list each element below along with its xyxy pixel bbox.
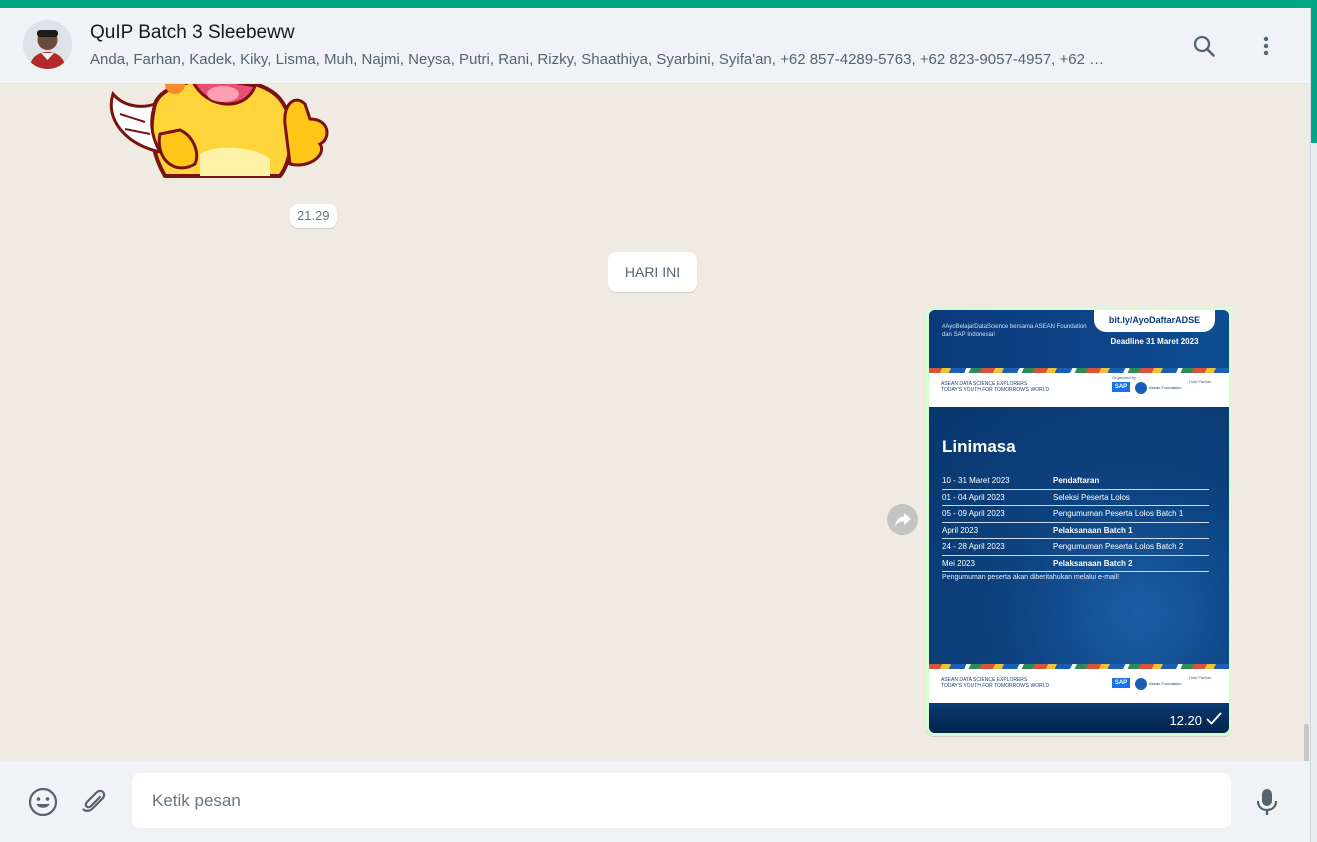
poster-link: bit.ly/AyoDaftarADSE — [1094, 310, 1215, 332]
host-partner-label-bottom: Host Partner — [1189, 675, 1212, 680]
timeline-row: 24 - 28 April 2023 Pengumuman Peserta Lol… — [942, 539, 1209, 556]
logo-tagline: TODAY'S YOUTH FOR TOMORROW'S WORLD — [941, 387, 1050, 393]
search-icon[interactable] — [1188, 30, 1220, 62]
poster-note: Pengumuman peserta akan diberitahukan me… — [942, 574, 1120, 581]
mic-icon[interactable] — [1251, 786, 1283, 818]
chat-header[interactable]: QuIP Batch 3 Sleebeww Anda, Farhan, Kade… — [0, 8, 1310, 84]
single-check-icon — [1206, 712, 1222, 731]
timeline-row: 01 - 04 April 2023 Seleksi Peserta Lolos — [942, 490, 1209, 506]
message-composer — [0, 761, 1310, 842]
timeline-date: 10 - 31 Maret 2023 — [942, 476, 1010, 485]
timeline-date: 05 - 09 April 2023 — [942, 509, 1005, 518]
window-edge — [1311, 8, 1317, 842]
sap-logo: SAP — [1112, 382, 1130, 392]
sticker-message[interactable] — [105, 84, 335, 194]
chat-title[interactable]: QuIP Batch 3 Sleebeww — [90, 22, 295, 44]
sticker-timestamp: 21.29 — [290, 204, 337, 228]
timeline-date: 01 - 04 April 2023 — [942, 492, 1005, 502]
poster-body: Linimasa 10 - 31 Maret 2023 Pendaftaran 01… — [929, 407, 1229, 664]
timeline-date: Mei 2023 — [942, 558, 975, 568]
group-avatar[interactable] — [23, 20, 72, 69]
timeline-event: Pelaksanaan Batch 1 — [1053, 525, 1133, 535]
timeline-row: Mei 2023 Pelaksanaan Batch 2 — [942, 556, 1209, 572]
poster-logo-bar: ASEAN DATA SCIENCE EXPLORERS TODAY'S YOU… — [929, 373, 1229, 407]
timeline-event: Pengumuman Peserta Lolos Batch 1 — [1053, 509, 1184, 518]
asean-foundation-label: Asean Foundation — [1149, 385, 1182, 390]
attach-icon[interactable] — [78, 786, 110, 818]
asean-foundation-label-bottom: Asean Foundation — [1149, 681, 1182, 686]
poster-top-banner: #AyoBelajarDataScience bersama ASEAN Fou… — [929, 310, 1229, 368]
timeline-date: April 2023 — [942, 525, 979, 535]
poster-image[interactable]: #AyoBelajarDataScience bersama ASEAN Fou… — [929, 310, 1229, 733]
chat-scrollbar[interactable] — [1304, 724, 1309, 761]
sap-logo-bottom: SAP — [1112, 678, 1130, 688]
timeline-event: Pelaksanaan Batch 2 — [1053, 558, 1133, 568]
poster-logo-bar-bottom: ASEAN DATA SCIENCE EXPLORERS TODAY'S YOU… — [929, 669, 1229, 703]
timeline-event: Seleksi Peserta Lolos — [1053, 492, 1130, 502]
poster-footer-shade: 12.20 — [929, 706, 1229, 733]
poster-logo-text: ASEAN DATA SCIENCE EXPLORERS TODAY'S YOU… — [941, 381, 1049, 393]
poster-deadline: Deadline 31 Maret 2023 — [1110, 337, 1199, 346]
top-accent-bar — [0, 0, 1317, 8]
asean-foundation-logo-bottom — [1135, 678, 1147, 690]
logo-tagline-bottom: TODAY'S YOUTH FOR TOMORROW'S WORLD — [941, 683, 1050, 689]
date-divider: HARI INI — [608, 252, 697, 292]
message-input[interactable] — [132, 773, 1231, 828]
organized-by-label: Organized by — [1112, 375, 1136, 380]
timeline-event: Pengumuman Peserta Lolos Batch 2 — [1053, 542, 1184, 551]
chat-window: QuIP Batch 3 Sleebeww Anda, Farhan, Kade… — [0, 8, 1311, 842]
poster-heading: Linimasa — [942, 437, 1016, 456]
asean-foundation-logo — [1135, 382, 1147, 394]
window-edge-accent — [1311, 8, 1317, 143]
message-timestamp: 12.20 — [1169, 713, 1202, 728]
emoji-icon[interactable] — [27, 786, 59, 818]
poster-logo-text-bottom: ASEAN DATA SCIENCE EXPLORERS TODAY'S YOU… — [941, 677, 1049, 689]
message-list[interactable]: 21.29 HARI INI #AyoBelajarDataScience be… — [0, 84, 1310, 761]
menu-icon[interactable] — [1250, 30, 1282, 62]
image-message[interactable]: #AyoBelajarDataScience bersama ASEAN Fou… — [926, 307, 1232, 736]
timeline-row: April 2023 Pelaksanaan Batch 1 — [942, 523, 1209, 539]
host-partner-label: Host Partner — [1189, 379, 1212, 384]
timeline-date: 24 - 28 April 2023 — [942, 542, 1005, 551]
timeline-event: Pendaftaran — [1053, 476, 1100, 485]
forward-icon[interactable] — [887, 504, 918, 535]
timeline-table: 10 - 31 Maret 2023 Pendaftaran 01 - 04 Apr… — [942, 473, 1209, 572]
chat-members-list[interactable]: Anda, Farhan, Kadek, Kiky, Lisma, Muh, N… — [90, 51, 1155, 68]
poster-hashtag: #AyoBelajarDataScience bersama ASEAN Fou… — [942, 324, 1087, 338]
timeline-row: 05 - 09 April 2023 Pengumuman Peserta Lol… — [942, 506, 1209, 523]
timeline-row: 10 - 31 Maret 2023 Pendaftaran — [942, 473, 1209, 490]
